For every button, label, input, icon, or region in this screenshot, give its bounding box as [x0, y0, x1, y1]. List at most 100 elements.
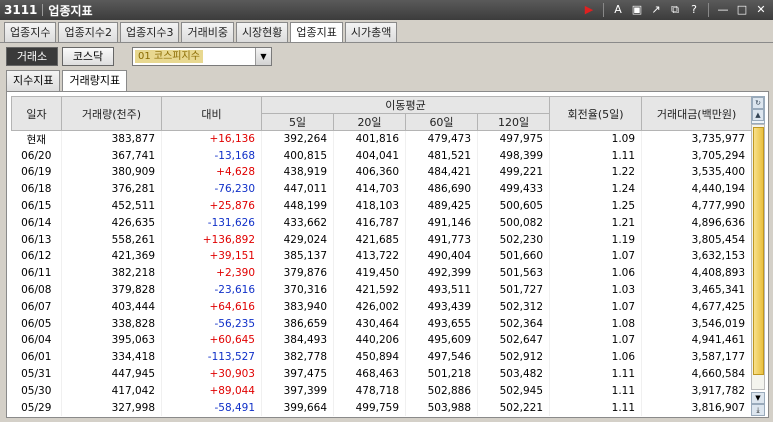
cell-change: -113,527	[161, 348, 262, 366]
title-bar: 3111 업종지표 ▶ A ▣ ↗ ⧉ ? — □ ✕	[0, 0, 773, 20]
cell-date: 06/07	[11, 298, 62, 316]
cell-ma120: 502,312	[477, 298, 551, 316]
cell-volume: 380,909	[61, 164, 162, 181]
cell-date: 06/19	[11, 164, 62, 181]
tab-sector-index-3[interactable]: 업종지수3	[119, 22, 180, 42]
cell-turnover: 1.08	[549, 315, 643, 333]
table-row[interactable]: 05/29 327,998 -58,491 399,664 499,759 503,988…	[11, 399, 751, 416]
table-row[interactable]: 06/07 403,444 +64,616 383,940 426,002 493,439…	[11, 298, 751, 316]
cell-ma60: 489,425	[405, 197, 478, 215]
capture-icon[interactable]: ▣	[629, 2, 645, 18]
cell-ma120: 502,230	[477, 231, 551, 249]
kospi-button[interactable]: 거래소	[6, 47, 58, 66]
cell-ma20: 419,450	[333, 264, 406, 282]
scroll-bottom-icon[interactable]: ⤓	[751, 404, 765, 416]
cell-amount: 3,735,977	[641, 130, 751, 148]
help-icon[interactable]: ?	[686, 2, 702, 18]
cell-change: -56,235	[161, 315, 262, 333]
screen-code: 3111	[4, 3, 38, 17]
table-row[interactable]: 06/08 379,828 -23,616 370,316 421,592 493,511…	[11, 281, 751, 299]
volume-grid[interactable]: 일자 거래량(천주) 대비 이동평균 회전율(5일) 거래대금(백만원) 5일 …	[11, 96, 751, 416]
refresh-icon[interactable]: ↻	[752, 97, 764, 109]
table-row[interactable]: 06/05 338,828 -56,235 386,659 430,464 493,655…	[11, 315, 751, 333]
table-row[interactable]: 05/30 417,042 +89,044 397,399 478,718 502,886…	[11, 382, 751, 400]
scroll-track[interactable]	[751, 124, 765, 390]
tab-market-cap[interactable]: 시가총액	[344, 22, 398, 42]
window-title: 업종지표	[48, 3, 93, 18]
cell-volume: 426,635	[61, 214, 162, 232]
sector-select[interactable]: 01 코스피지수 ▼	[132, 47, 272, 66]
cell-change: +4,628	[161, 164, 262, 181]
cell-volume: 382,218	[61, 264, 162, 282]
play-icon[interactable]: ▶	[581, 2, 597, 18]
cell-ma120: 499,221	[477, 164, 551, 181]
cell-date: 06/13	[11, 231, 62, 249]
cell-turnover: 1.19	[549, 231, 643, 249]
chevron-down-icon[interactable]: ▼	[751, 392, 765, 404]
kosdaq-button[interactable]: 코스닥	[62, 47, 114, 66]
cell-volume: 421,369	[61, 248, 162, 265]
table-row[interactable]: 06/12 421,369 +39,151 385,137 413,722 490,404…	[11, 248, 751, 265]
header-ma120: 120일	[476, 113, 551, 131]
cell-ma5: 370,316	[261, 281, 334, 299]
maximize-icon[interactable]: □	[734, 2, 750, 18]
chevron-down-icon[interactable]: ▼	[255, 48, 271, 65]
table-row[interactable]: 06/20 367,741 -13,168 400,815 404,041 481,521…	[11, 147, 751, 165]
font-icon[interactable]: A	[610, 2, 626, 18]
tab-sector-index-2[interactable]: 업종지수2	[58, 22, 118, 42]
cell-ma60: 497,546	[405, 348, 478, 366]
vertical-scrollbar[interactable]: ↻ ▲ ▼ ⤓	[751, 96, 765, 416]
scroll-thumb[interactable]	[753, 127, 764, 375]
cell-ma60: 493,511	[405, 281, 478, 299]
table-row[interactable]: 06/11 382,218 +2,390 379,876 419,450 492,399 5…	[11, 264, 751, 282]
cell-ma120: 502,912	[477, 348, 551, 366]
table-row[interactable]: 06/01 334,418 -113,527 382,778 450,894 497,54…	[11, 348, 751, 366]
cell-ma120: 502,221	[477, 399, 551, 416]
cell-date: 현재	[11, 130, 62, 148]
cell-turnover: 1.11	[549, 382, 643, 400]
table-row[interactable]: 06/13 558,261 +136,892 429,024 421,685 491,77…	[11, 231, 751, 249]
cell-turnover: 1.24	[549, 180, 643, 198]
table-row[interactable]: 06/15 452,511 +25,876 448,199 418,103 489,425…	[11, 197, 751, 215]
tab-market-status[interactable]: 시장현황	[235, 22, 289, 42]
cell-change: +89,044	[161, 382, 262, 400]
table-row[interactable]: 현재 383,877 +16,136 392,264 401,816 479,473 497…	[11, 130, 751, 148]
cell-ma5: 382,778	[261, 348, 334, 366]
title-icon-divider	[708, 3, 709, 17]
cell-ma5: 385,137	[261, 248, 334, 265]
tab-sector-indicators[interactable]: 업종지표	[290, 22, 343, 43]
table-row[interactable]: 06/14 426,635 -131,626 433,662 416,787 491,14…	[11, 214, 751, 232]
cell-ma5: 438,919	[261, 164, 334, 181]
table-row[interactable]: 06/19 380,909 +4,628 438,919 406,360 484,421 4…	[11, 164, 751, 181]
tab-volume-indicators[interactable]: 거래량지표	[62, 70, 128, 92]
chevron-up-icon[interactable]: ▲	[752, 109, 764, 121]
minimize-icon[interactable]: —	[715, 2, 731, 18]
cell-ma60: 495,609	[405, 332, 478, 349]
table-row[interactable]: 05/31 447,945 +30,903 397,475 468,463 501,218…	[11, 365, 751, 383]
close-icon[interactable]: ✕	[753, 2, 769, 18]
cell-amount: 3,587,177	[641, 348, 751, 366]
cell-amount: 3,546,019	[641, 315, 751, 333]
cell-turnover: 1.03	[549, 281, 643, 299]
table-row[interactable]: 06/18 376,281 -76,230 447,011 414,703 486,690…	[11, 180, 751, 198]
copy-icon[interactable]: ⧉	[667, 2, 683, 18]
cell-turnover: 1.22	[549, 164, 643, 181]
cell-turnover: 1.06	[549, 348, 643, 366]
table-body: 현재 383,877 +16,136 392,264 401,816 479,473 497…	[11, 130, 751, 416]
cell-turnover: 1.06	[549, 264, 643, 282]
cell-change: +60,645	[161, 332, 262, 349]
table-row[interactable]: 06/04 395,063 +60,645 384,493 440,206 495,609…	[11, 332, 751, 349]
cell-ma60: 501,218	[405, 365, 478, 383]
header-ma5: 5일	[261, 113, 334, 131]
cell-amount: 4,896,636	[641, 214, 751, 232]
header-turnover: 회전율(5일)	[549, 96, 643, 131]
tab-trade-share[interactable]: 거래비중	[181, 22, 234, 42]
cell-turnover: 1.09	[549, 130, 643, 148]
header-ma60: 60일	[405, 113, 478, 131]
cell-ma20: 430,464	[333, 315, 406, 333]
cell-ma5: 379,876	[261, 264, 334, 282]
cell-volume: 338,828	[61, 315, 162, 333]
tab-sector-index[interactable]: 업종지수	[4, 22, 57, 42]
link-icon[interactable]: ↗	[648, 2, 664, 18]
tab-index-indicators[interactable]: 지수지표	[6, 70, 61, 91]
